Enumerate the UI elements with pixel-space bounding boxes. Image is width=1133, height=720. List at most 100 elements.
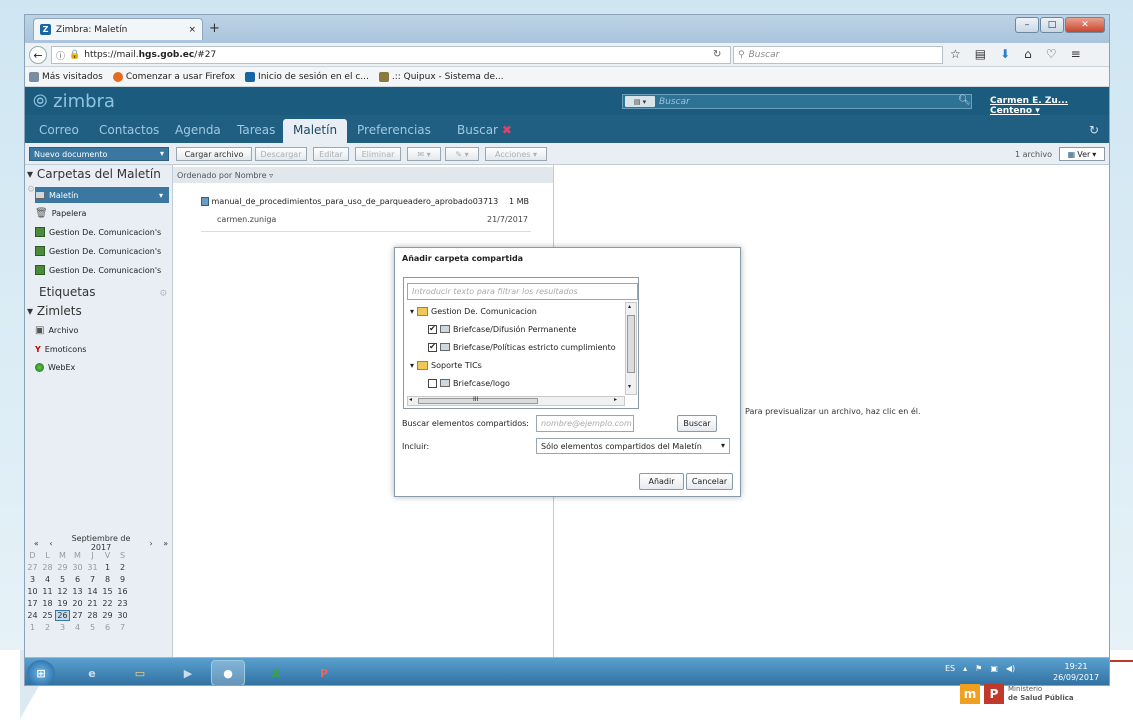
download-button[interactable]: Descargar <box>255 147 307 161</box>
calendar-day[interactable]: 20 <box>70 599 85 608</box>
send-menu-button[interactable]: ✉ ▾ <box>407 147 441 161</box>
bookmark-firefox[interactable]: Comenzar a usar Firefox <box>112 71 235 82</box>
calendar-day[interactable]: 22 <box>100 599 115 608</box>
bookmark-star-icon[interactable]: ☆ <box>950 47 961 61</box>
edit-button[interactable]: Editar <box>313 147 349 161</box>
calendar-day[interactable]: 8 <box>100 575 115 584</box>
maximize-icon[interactable]: □ <box>1040 17 1064 33</box>
tab-maletin[interactable]: Maletín <box>283 119 348 143</box>
calendar-day[interactable]: 3 <box>55 623 70 632</box>
calendar-day[interactable]: 12 <box>55 587 70 596</box>
zimbra-search-input[interactable]: Buscar <box>622 94 972 109</box>
sidebar-item-papelera[interactable]: 🗑︎ Papelera <box>35 205 169 221</box>
calendar-day[interactable]: 26 <box>55 609 70 621</box>
horizontal-scrollbar[interactable]: ◂ III ▸ <box>407 396 625 406</box>
bookmark-zimbra-login[interactable]: Inicio de sesión en el c... <box>245 71 369 82</box>
tab-tareas[interactable]: Tareas <box>237 123 275 137</box>
tab-contactos[interactable]: Contactos <box>99 123 159 137</box>
tree-group-soporte[interactable]: ▾ Soporte TICs <box>410 356 628 374</box>
calendar-day[interactable]: 16 <box>115 587 130 596</box>
download-arrow-icon[interactable]: ⬇ <box>1000 47 1010 61</box>
calendar-day[interactable]: 30 <box>115 611 130 620</box>
checkbox-unchecked[interactable] <box>428 378 437 388</box>
menu-hamburger-icon[interactable]: ≡ <box>1071 47 1081 61</box>
actions-button[interactable]: Acciones ▾ <box>485 147 547 161</box>
calendar-day[interactable]: 15 <box>100 587 115 596</box>
calendar-day[interactable]: 4 <box>70 623 85 632</box>
language-indicator[interactable]: ES <box>945 664 955 673</box>
search-shared-input[interactable]: nombre@ejemplo.com <box>536 415 634 432</box>
filter-input[interactable]: Introducir texto para filtrar los result… <box>407 283 638 300</box>
prev-year-icon[interactable]: « <box>29 539 44 548</box>
file-explorer-icon[interactable]: ▭ <box>123 660 157 685</box>
scroll-thumb[interactable]: III <box>418 396 538 404</box>
calendar-day[interactable]: 4 <box>40 575 55 584</box>
tree-item-logo[interactable]: Briefcase/logo <box>410 374 628 392</box>
calendar-day[interactable]: 1 <box>25 623 40 632</box>
zimbra-logo[interactable]: ⦾ zimbra <box>33 91 115 112</box>
scroll-down-icon[interactable]: ▾ <box>628 383 631 390</box>
info-icon[interactable]: ⓘ <box>56 49 65 62</box>
calendar-day[interactable]: 25 <box>40 611 55 620</box>
checkbox-checked[interactable]: ✔ <box>428 342 437 352</box>
zimlet-emoticons[interactable]: Y Emoticons <box>35 341 169 357</box>
calendar-day[interactable]: 19 <box>55 599 70 608</box>
reload-icon[interactable]: ↻ <box>713 49 721 60</box>
calendar-day[interactable]: 7 <box>115 623 130 632</box>
calendar-day[interactable]: 6 <box>70 575 85 584</box>
calendar-day[interactable]: 1 <box>100 563 115 572</box>
internet-explorer-icon[interactable]: e <box>75 660 109 685</box>
bookmark-most-visited[interactable]: Más visitados <box>29 71 103 82</box>
cancel-button[interactable]: Cancelar <box>686 473 733 490</box>
next-month-icon[interactable]: › <box>144 539 159 548</box>
zimlet-webex[interactable]: WebEx <box>35 359 169 375</box>
tree-item-difusion[interactable]: ✔ Briefcase/Difusión Permanente <box>410 320 628 338</box>
gear-icon[interactable]: ⚙ <box>159 289 167 299</box>
zimlet-archivo[interactable]: ▣ Archivo <box>35 322 169 338</box>
gear-icon[interactable]: ⚙ <box>27 185 35 195</box>
file-row[interactable]: manual_de_procedimientos_para_uso_de_par… <box>201 197 531 206</box>
scroll-right-icon[interactable]: ▸ <box>614 396 617 403</box>
calendar-day[interactable]: 11 <box>40 587 55 596</box>
calendar-day[interactable]: 28 <box>40 563 55 572</box>
calendar-day[interactable]: 6 <box>100 623 115 632</box>
start-button-icon[interactable]: ⊞ <box>27 660 55 685</box>
show-hidden-icons[interactable]: ▴ <box>963 664 967 673</box>
calendar-day[interactable]: 5 <box>85 623 100 632</box>
tab-agenda[interactable]: Agenda <box>175 123 221 137</box>
zimlets-header[interactable]: ▾ Zimlets <box>27 304 82 318</box>
calendar-day[interactable]: 29 <box>55 563 70 572</box>
user-menu[interactable]: Carmen E. Zu... Centeno ▾ <box>990 96 1109 116</box>
printer-icon[interactable]: ▣ <box>990 664 998 673</box>
new-document-button[interactable]: Nuevo documento ▾ <box>29 147 169 161</box>
tab-buscar[interactable]: Buscar ✖ <box>457 123 512 137</box>
tags-header[interactable]: Etiquetas ⚙ <box>39 285 167 299</box>
sidebar-item-shared-3[interactable]: Gestion De. Comunicacion's <box>35 262 169 278</box>
calendar-day[interactable]: 27 <box>25 563 40 572</box>
tag-menu-button[interactable]: ✎ ▾ <box>445 147 479 161</box>
tab-correo[interactable]: Correo <box>39 123 79 137</box>
calendar-day[interactable]: 27 <box>70 611 85 620</box>
expand-triangle-icon[interactable]: ▾ <box>410 307 414 316</box>
close-window-icon[interactable]: ✕ <box>1065 17 1105 33</box>
pocket-icon[interactable]: ♡ <box>1046 47 1057 61</box>
minimize-icon[interactable]: – <box>1015 17 1039 33</box>
calendar-day[interactable]: 7 <box>85 575 100 584</box>
home-icon[interactable]: ⌂ <box>1024 47 1032 61</box>
calendar-day[interactable]: 14 <box>85 587 100 596</box>
calendar-day[interactable]: 17 <box>25 599 40 608</box>
calendar-day[interactable]: 2 <box>115 563 130 572</box>
calendar-day[interactable]: 3 <box>25 575 40 584</box>
next-year-icon[interactable]: » <box>158 539 173 548</box>
add-button[interactable]: Añadir <box>639 473 684 490</box>
checkbox-checked[interactable]: ✔ <box>428 324 437 334</box>
network-icon[interactable]: ⚑ <box>975 664 982 673</box>
calendar-day[interactable]: 30 <box>70 563 85 572</box>
powerpoint-icon[interactable]: P <box>307 660 341 685</box>
volume-icon[interactable]: ◀) <box>1006 664 1015 673</box>
scroll-left-icon[interactable]: ◂ <box>409 396 412 403</box>
delete-button[interactable]: Eliminar <box>355 147 401 161</box>
chevron-down-icon[interactable]: ▾ <box>160 149 164 158</box>
browser-search-input[interactable]: ⚲ Buscar <box>733 46 943 64</box>
calendar-day[interactable]: 31 <box>85 563 100 572</box>
